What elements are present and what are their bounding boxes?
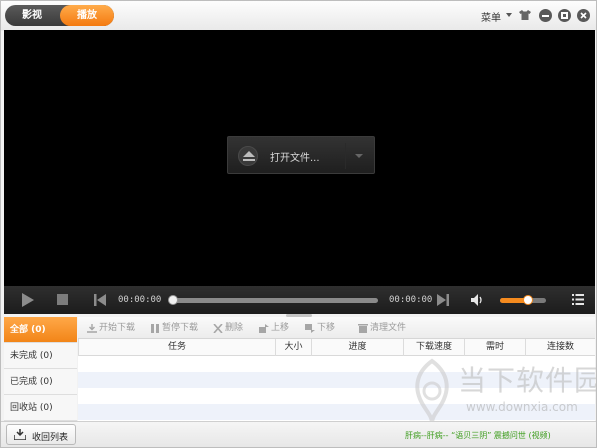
sidebar-item-all[interactable]: 全部 (0) bbox=[4, 317, 77, 343]
clear-files-button[interactable]: 清理文件 bbox=[370, 322, 406, 334]
stop-icon[interactable] bbox=[57, 294, 68, 305]
previous-icon[interactable] bbox=[94, 294, 106, 306]
close-button[interactable] bbox=[577, 9, 590, 22]
minimize-button[interactable] bbox=[539, 9, 552, 22]
title-bar: 影视 播放 菜单 bbox=[1, 1, 596, 31]
download-toolbar: 开始下载 暂停下载 删除 上移 下移 清理文件 bbox=[78, 317, 595, 339]
open-file-label: 打开文件... bbox=[270, 153, 320, 164]
current-time: 00:00:00 bbox=[118, 295, 162, 305]
progress-bar[interactable] bbox=[170, 298, 378, 303]
collapse-list-button[interactable]: 收回列表 bbox=[6, 424, 76, 445]
volume-handle[interactable] bbox=[523, 295, 534, 305]
move-down-button[interactable]: 下移 bbox=[317, 322, 335, 334]
menu-button[interactable]: 菜单 bbox=[481, 9, 501, 24]
download-sidebar: 全部 (0) 未完成 (0) 已完成 (0) 回收站 (0) bbox=[4, 317, 77, 421]
progress-handle[interactable] bbox=[168, 295, 178, 305]
collapse-list-label: 收回列表 bbox=[32, 433, 69, 443]
watermark: 当下软件园 www.downxia.com bbox=[406, 353, 596, 431]
play-icon[interactable] bbox=[22, 293, 34, 307]
move-up-button[interactable]: 上移 bbox=[271, 322, 289, 334]
player-window: 影视 播放 菜单 打开文件... 00:00:00 00:00:00 全部 (0… bbox=[0, 0, 597, 448]
maximize-icon bbox=[561, 12, 568, 19]
watermark-brand: 当下软件园 bbox=[458, 364, 597, 397]
eject-icon bbox=[238, 146, 258, 166]
minimize-icon bbox=[542, 15, 549, 17]
delete-button[interactable]: 删除 bbox=[225, 322, 243, 334]
playback-controls: 00:00:00 00:00:00 bbox=[4, 286, 595, 314]
pause-icon bbox=[151, 324, 159, 333]
column-task[interactable]: 任务 bbox=[78, 339, 275, 356]
playlist-icon[interactable] bbox=[572, 294, 584, 305]
start-download-button[interactable]: 开始下载 bbox=[99, 322, 135, 334]
delete-icon bbox=[213, 324, 223, 333]
volume-level bbox=[500, 298, 526, 303]
volume-icon[interactable] bbox=[471, 294, 485, 306]
sidebar-item-completed[interactable]: 已完成 (0) bbox=[4, 369, 77, 395]
chevron-down-icon[interactable] bbox=[506, 13, 512, 17]
mode-tabs: 影视 播放 bbox=[5, 5, 114, 26]
collapse-icon bbox=[14, 429, 26, 440]
tab-play[interactable]: 播放 bbox=[60, 5, 114, 26]
open-file-button[interactable]: 打开文件... bbox=[227, 136, 375, 174]
column-size[interactable]: 大小 bbox=[275, 339, 311, 356]
move-up-icon bbox=[259, 324, 269, 333]
news-link[interactable]: 肝病--肝病-- “语贝三阴” 震撼问世 (视频) bbox=[405, 430, 551, 441]
divider bbox=[345, 143, 346, 169]
next-icon[interactable] bbox=[437, 294, 449, 306]
sidebar-item-unfinished[interactable]: 未完成 (0) bbox=[4, 343, 77, 369]
total-time: 00:00:00 bbox=[389, 295, 433, 305]
watermark-url: www.downxia.com bbox=[466, 400, 578, 414]
bottom-bar: 收回列表 肝病--肝病-- “语贝三阴” 震撼问世 (视频) bbox=[1, 421, 596, 447]
video-area[interactable]: 打开文件... bbox=[4, 30, 595, 286]
watermark-logo-icon bbox=[415, 358, 449, 424]
pause-download-button[interactable]: 暂停下载 bbox=[162, 322, 198, 334]
column-progress[interactable]: 进度 bbox=[311, 339, 403, 356]
download-icon bbox=[87, 324, 97, 333]
maximize-button[interactable] bbox=[558, 9, 571, 22]
trash-icon bbox=[358, 324, 368, 333]
dropdown-arrow-icon[interactable] bbox=[355, 154, 363, 158]
tab-video[interactable]: 影视 bbox=[5, 5, 59, 26]
close-icon bbox=[580, 12, 587, 19]
skin-icon[interactable] bbox=[519, 10, 531, 20]
move-down-icon bbox=[305, 324, 315, 333]
sidebar-item-recycle-bin[interactable]: 回收站 (0) bbox=[4, 395, 77, 421]
